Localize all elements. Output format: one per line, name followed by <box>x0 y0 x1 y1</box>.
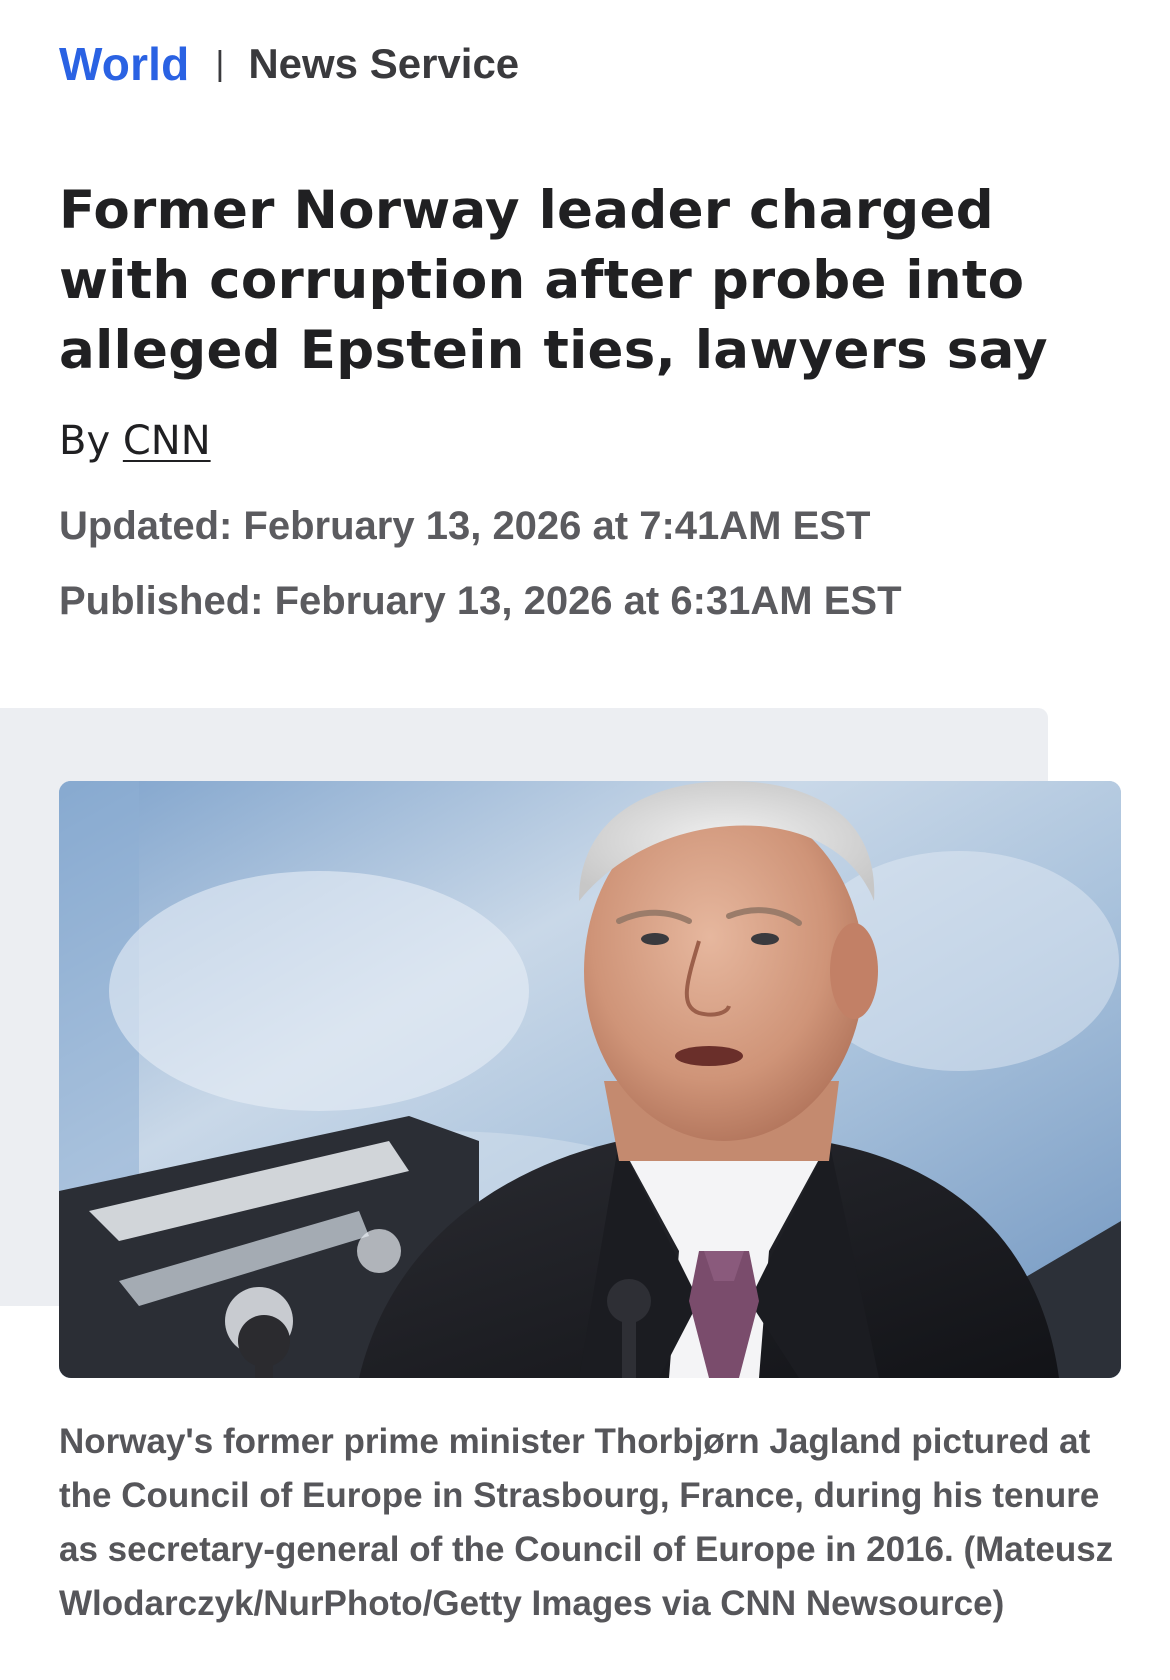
updated-timestamp: Updated: February 13, 2026 at 7:41AM EST <box>59 504 871 548</box>
section-link-world[interactable]: World <box>59 37 189 91</box>
photo-caption: Norway's former prime minister Thorbjørn… <box>59 1422 1114 1623</box>
byline-prefix: By <box>59 418 111 464</box>
article-photo[interactable] <box>59 781 1121 1378</box>
nav-divider: | <box>215 44 225 83</box>
top-nav: World | News Service <box>59 36 519 92</box>
published-timestamp: Published: February 13, 2026 at 6:31AM E… <box>59 579 902 623</box>
article-headline: Former Norway leader charged with corrup… <box>59 180 1048 381</box>
author-link[interactable]: CNN <box>123 418 211 464</box>
portrait-image <box>59 781 1121 1378</box>
article-page: World | News Service Former Norway leade… <box>0 0 1170 1680</box>
byline: By CNN <box>59 418 211 464</box>
news-service-label: News Service <box>248 40 520 87</box>
